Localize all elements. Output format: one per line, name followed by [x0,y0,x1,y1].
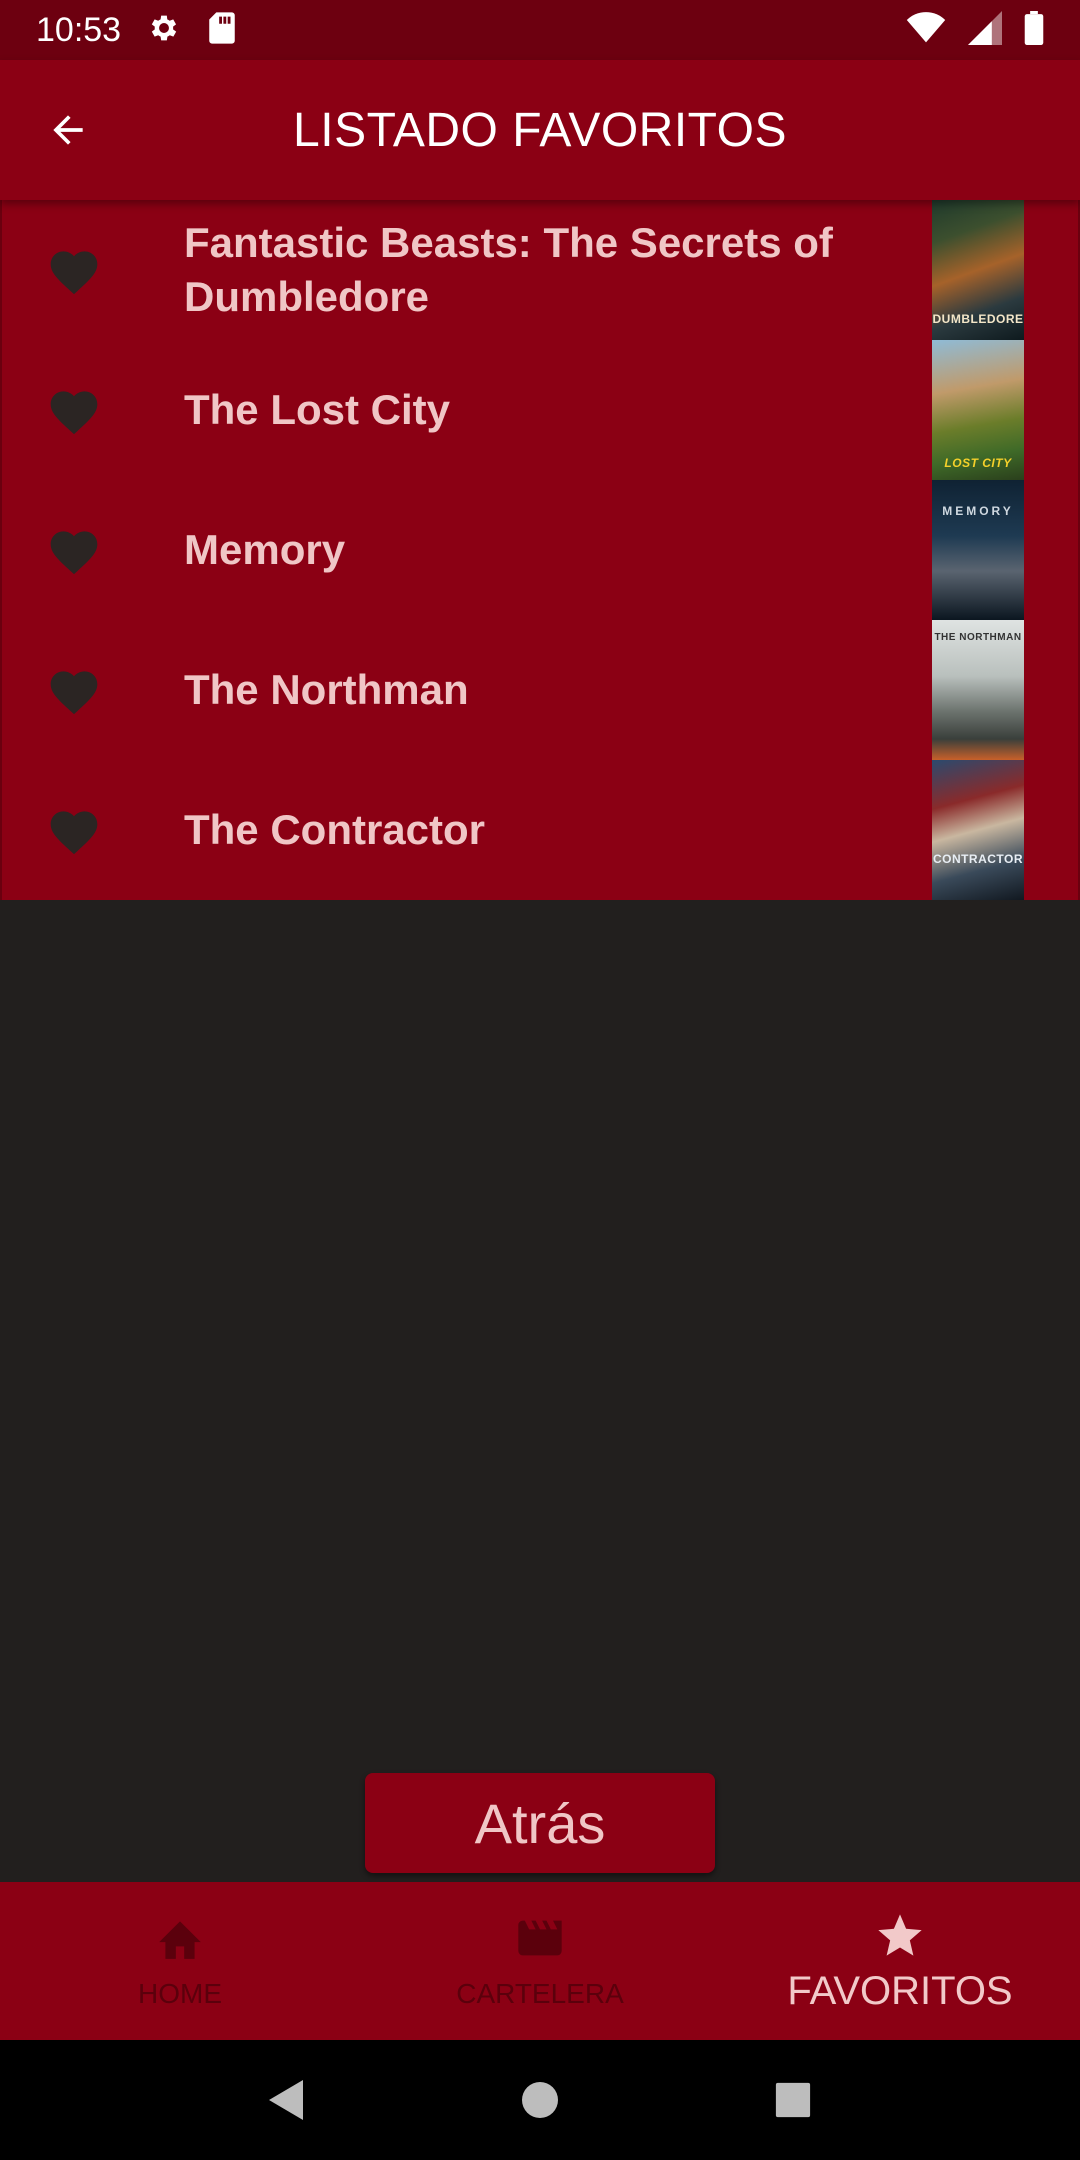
movie-poster[interactable]: DUMBLEDORE [932,200,1024,340]
signal-icon [968,10,1002,50]
home-icon [154,1912,206,1964]
heart-icon[interactable] [46,804,102,856]
sd-card-icon [207,11,237,50]
list-item[interactable]: The Northman THE NORTHMAN [2,620,1078,760]
app-bar: LISTADO FAVORITOS [0,60,1080,200]
home-circle-icon[interactable] [515,2075,565,2125]
movie-title: The Contractor [184,806,486,853]
clapperboard-icon [514,1912,566,1964]
system-navigation-bar [0,2040,1080,2160]
favorites-list: Fantastic Beasts: The Secrets of Dumbled… [0,200,1080,900]
settings-icon [147,11,181,50]
list-item[interactable]: The Contractor CONTRACTOR [2,760,1078,900]
star-icon [874,1909,926,1961]
movie-title: The Northman [184,666,469,713]
nav-label: HOME [138,1978,222,2009]
nav-item-favoritos[interactable]: FAVORITOS [720,1882,1080,2040]
nav-label: FAVORITOS [787,1968,1013,2013]
movie-title: The Lost City [184,386,451,433]
arrow-back-icon [53,115,83,145]
movie-poster[interactable]: THE NORTHMAN [932,620,1024,760]
bottom-navigation: HOME CARTELERA FAVORITOS [0,1882,1080,2040]
atras-button[interactable]: Atrás [365,1773,715,1873]
list-item[interactable]: Fantastic Beasts: The Secrets of Dumbled… [2,200,1078,340]
back-button[interactable] [36,98,100,162]
poster-text: LOST CITY [944,456,1012,470]
back-triangle-icon[interactable] [262,2075,312,2125]
movie-title: Fantastic Beasts: The Secrets of Dumbled… [184,219,833,320]
status-right [906,10,1044,50]
heart-icon[interactable] [46,384,102,436]
heart-icon[interactable] [46,244,102,296]
movie-poster[interactable]: MEMORY [932,480,1024,620]
heart-icon[interactable] [46,524,102,576]
status-left: 10:53 [36,11,237,50]
nav-label: CARTELERA [456,1978,624,2009]
movie-title: Memory [184,526,346,573]
battery-icon [1024,10,1044,50]
poster-text: DUMBLEDORE [932,312,1024,326]
nav-item-cartelera[interactable]: CARTELERA [360,1882,720,2040]
wifi-icon [906,11,946,49]
list-item[interactable]: Memory MEMORY [2,480,1078,620]
movie-poster[interactable]: CONTRACTOR [932,760,1024,900]
nav-item-home[interactable]: HOME [0,1882,360,2040]
recents-square-icon[interactable] [768,2075,818,2125]
heart-icon[interactable] [46,664,102,716]
status-bar: 10:53 [0,0,1080,60]
poster-text: THE NORTHMAN [934,632,1022,643]
movie-poster[interactable]: LOST CITY [932,340,1024,480]
page-title: LISTADO FAVORITOS [293,103,787,157]
list-item[interactable]: The Lost City LOST CITY [2,340,1078,480]
poster-text: CONTRACTOR [932,852,1024,866]
status-time: 10:53 [36,10,122,49]
poster-text: MEMORY [942,504,1014,518]
